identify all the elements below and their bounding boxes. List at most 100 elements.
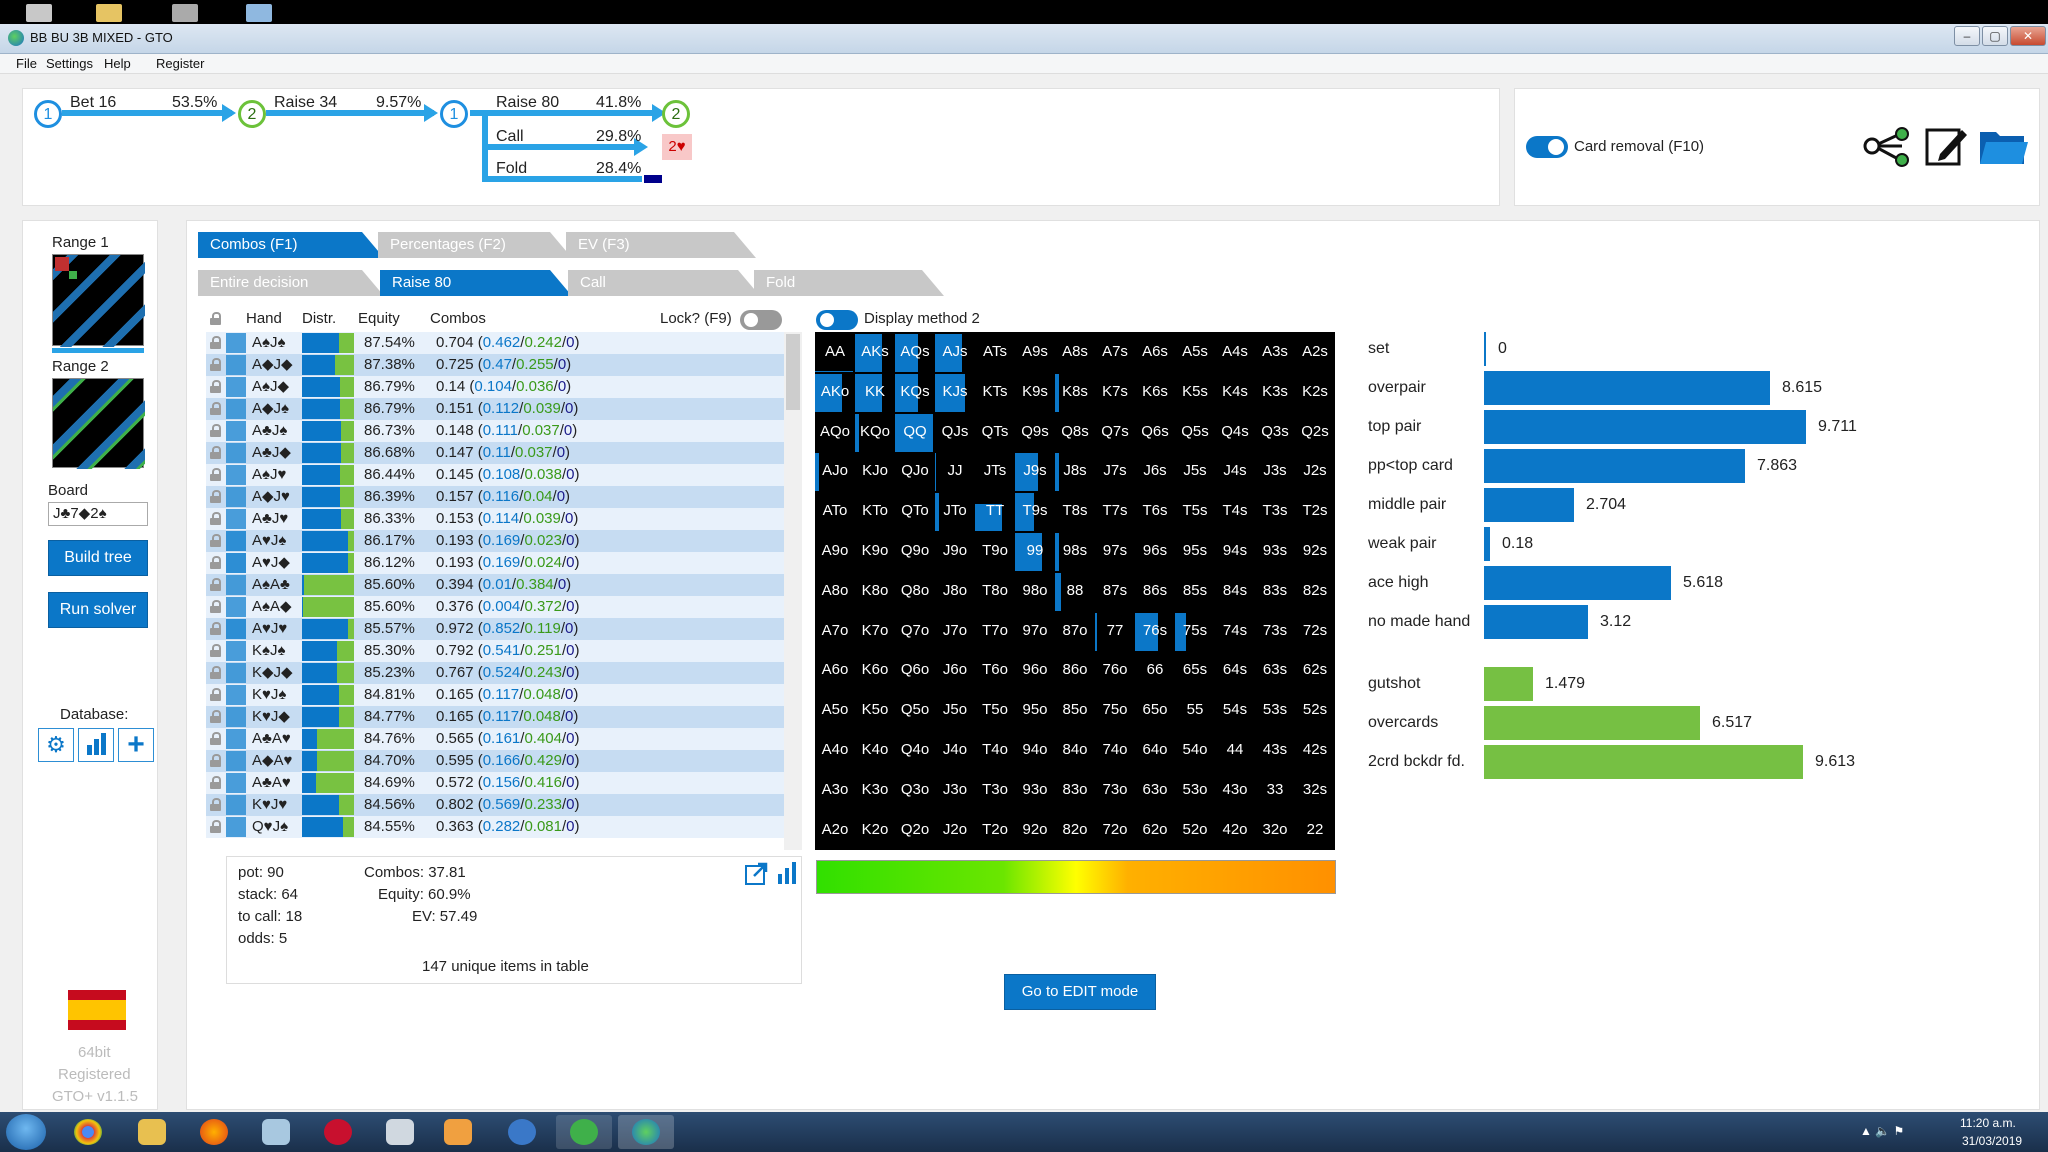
grid-cell[interactable]: KK — [855, 372, 895, 412]
grid-cell[interactable]: KTs — [975, 372, 1015, 412]
taskbar-media[interactable] — [430, 1115, 486, 1149]
grid-cell[interactable]: T4s — [1215, 491, 1255, 531]
table-row[interactable]: A♠A♣ 85.60% 0.394 (0.01/0.384/0) — [206, 574, 784, 596]
grid-cell[interactable]: 54o — [1175, 730, 1215, 770]
grid-cell[interactable]: J6s — [1135, 451, 1175, 491]
header-hand[interactable]: Hand — [246, 310, 282, 327]
table-scrollbar[interactable] — [784, 332, 802, 850]
grid-cell[interactable]: Q5o — [895, 690, 935, 730]
grid-cell[interactable]: ATo — [815, 491, 855, 531]
row-lock-icon[interactable] — [210, 424, 221, 437]
grid-cell[interactable]: 53s — [1255, 690, 1295, 730]
table-row[interactable]: Q♥J♠ 84.55% 0.363 (0.282/0.081/0) — [206, 816, 784, 838]
grid-cell[interactable]: 99 — [1015, 531, 1055, 571]
grid-cell[interactable]: ATs — [975, 332, 1015, 372]
table-row[interactable]: A◆J◆ 87.38% 0.725 (0.47/0.255/0) — [206, 354, 784, 376]
grid-cell[interactable]: 82o — [1055, 810, 1095, 850]
tree-node-3[interactable]: 1 — [440, 100, 468, 128]
row-lock-icon[interactable] — [210, 622, 221, 635]
grid-cell[interactable]: AQs — [895, 332, 935, 372]
grid-cell[interactable]: JTo — [935, 491, 975, 532]
grid-cell[interactable]: 32o — [1255, 810, 1295, 850]
grid-cell[interactable]: QQ — [895, 412, 935, 452]
grid-cell[interactable]: 74o — [1095, 730, 1135, 770]
database-add-icon[interactable]: + — [118, 728, 154, 762]
grid-cell[interactable]: KQs — [895, 372, 935, 412]
tree-node-1[interactable]: 1 — [34, 100, 62, 128]
grid-cell[interactable]: Q3s — [1255, 412, 1295, 452]
folder-icon[interactable] — [96, 4, 122, 22]
grid-cell[interactable]: T2s — [1295, 491, 1335, 531]
run-solver-button[interactable]: Run solver — [48, 592, 148, 628]
grid-cell[interactable]: AKo — [815, 372, 855, 412]
grid-cell[interactable]: K9o — [855, 531, 895, 571]
tree-view-icon[interactable] — [1862, 126, 1914, 168]
table-row[interactable]: A♣J◆ 86.68% 0.147 (0.11/0.037/0) — [206, 442, 784, 464]
grid-cell[interactable]: QTo — [895, 491, 935, 531]
export-icon[interactable] — [744, 862, 770, 886]
database-chart-icon[interactable] — [78, 728, 114, 762]
grid-cell[interactable]: 22 — [1295, 810, 1335, 850]
grid-cell[interactable]: 42o — [1215, 810, 1255, 850]
grid-cell[interactable]: A8o — [815, 571, 855, 611]
card-removal-toggle[interactable] — [1526, 136, 1568, 158]
monitor-icon[interactable] — [246, 4, 272, 22]
menu-file[interactable]: File — [16, 56, 37, 71]
grid-cell[interactable]: Q4s — [1215, 412, 1255, 452]
grid-cell[interactable]: J3s — [1255, 451, 1295, 491]
grid-cell[interactable]: 66 — [1135, 650, 1175, 690]
grid-cell[interactable]: 94o — [1015, 730, 1055, 770]
grid-cell[interactable]: 82s — [1295, 571, 1335, 611]
edit-icon[interactable] — [1924, 124, 1968, 168]
grid-cell[interactable]: TT — [975, 491, 1015, 532]
row-lock-icon[interactable] — [210, 446, 221, 459]
grid-cell[interactable]: K6o — [855, 650, 895, 690]
grid-cell[interactable]: A6s — [1135, 332, 1175, 372]
table-row[interactable]: A◆A♥ 84.70% 0.595 (0.166/0.429/0) — [206, 750, 784, 772]
grid-cell[interactable]: QTs — [975, 412, 1015, 452]
grid-cell[interactable]: KQo — [855, 412, 895, 452]
call-node-badge[interactable]: 2♥ — [662, 134, 692, 160]
range2-thumbnail[interactable] — [52, 378, 145, 469]
grid-cell[interactable]: J4o — [935, 730, 975, 770]
table-row[interactable]: K♥J♠ 84.81% 0.165 (0.117/0.048/0) — [206, 684, 784, 706]
grid-cell[interactable]: 32s — [1295, 770, 1335, 810]
table-row[interactable]: K◆J◆ 85.23% 0.767 (0.524/0.243/0) — [206, 662, 784, 684]
grid-cell[interactable]: A4s — [1215, 332, 1255, 372]
grid-cell[interactable]: K3o — [855, 770, 895, 810]
grid-cell[interactable]: A7s — [1095, 332, 1135, 372]
grid-cell[interactable]: A8s — [1055, 332, 1095, 372]
grid-cell[interactable]: A9s — [1015, 332, 1055, 372]
grid-cell[interactable]: 74s — [1215, 611, 1255, 651]
range1-thumbnail[interactable] — [52, 254, 145, 347]
open-folder-icon[interactable] — [1978, 126, 2030, 168]
grid-cell[interactable]: K6s — [1135, 372, 1175, 412]
grid-cell[interactable]: 64s — [1215, 650, 1255, 690]
taskbar-calculator[interactable] — [372, 1115, 428, 1149]
build-tree-button[interactable]: Build tree — [48, 540, 148, 576]
grid-cell[interactable]: A7o — [815, 611, 855, 651]
grid-cell[interactable]: K5o — [855, 690, 895, 730]
row-lock-icon[interactable] — [210, 732, 221, 745]
grid-cell[interactable]: K8s — [1055, 372, 1095, 412]
grid-cell[interactable]: K7o — [855, 611, 895, 651]
grid-cell[interactable]: 87o — [1055, 611, 1095, 651]
grid-cell[interactable]: 64o — [1135, 730, 1175, 770]
table-row[interactable]: A♠A◆ 85.60% 0.376 (0.004/0.372/0) — [206, 596, 784, 618]
header-distr[interactable]: Distr. — [302, 310, 336, 327]
table-row[interactable]: A♥J♥ 85.57% 0.972 (0.852/0.119/0) — [206, 618, 784, 640]
table-row[interactable]: A♠J♠ 87.54% 0.704 (0.462/0.242/0) — [206, 332, 784, 354]
shortcut-icon[interactable] — [172, 4, 198, 22]
grid-cell[interactable]: J5s — [1175, 451, 1215, 491]
grid-cell[interactable]: J2s — [1295, 451, 1335, 491]
grid-cell[interactable]: J6o — [935, 650, 975, 690]
grid-cell[interactable]: KJo — [855, 451, 895, 491]
table-row[interactable]: A◆J♠ 86.79% 0.151 (0.112/0.039/0) — [206, 398, 784, 420]
table-row[interactable]: K♥J♥ 84.56% 0.802 (0.569/0.233/0) — [206, 794, 784, 816]
grid-cell[interactable]: Q2o — [895, 810, 935, 850]
grid-cell[interactable]: 52s — [1295, 690, 1335, 730]
table-row[interactable]: A◆J♥ 86.39% 0.157 (0.116/0.04/0) — [206, 486, 784, 508]
grid-cell[interactable]: 63s — [1255, 650, 1295, 690]
table-row[interactable]: K♥J◆ 84.77% 0.165 (0.117/0.048/0) — [206, 706, 784, 728]
grid-cell[interactable]: 65s — [1175, 650, 1215, 690]
